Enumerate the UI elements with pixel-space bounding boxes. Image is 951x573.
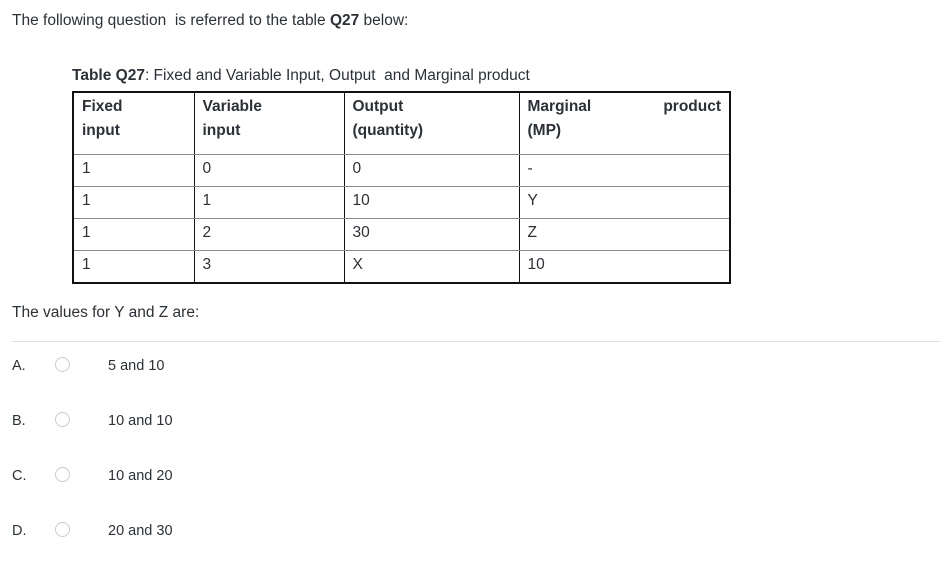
option-letter: B. bbox=[12, 413, 26, 429]
cell-fixed-input: 1 bbox=[72, 250, 195, 283]
section-divider bbox=[12, 341, 940, 342]
table-row: 1 0 0 - bbox=[72, 154, 731, 187]
cell-fixed-input: 1 bbox=[72, 186, 195, 219]
cell-marginal-product: - bbox=[518, 154, 731, 187]
intro-suffix: below: bbox=[359, 12, 409, 29]
intro-prefix: The following question is referred to th… bbox=[12, 12, 330, 29]
header-line-1: Variable bbox=[202, 98, 262, 115]
table-head: Fixed input Variable input Output (quant… bbox=[72, 92, 731, 155]
intro-text: The following question is referred to th… bbox=[12, 11, 408, 31]
option-label: 5 and 10 bbox=[108, 358, 165, 374]
cell-output: 30 bbox=[343, 218, 520, 251]
radio-button-d[interactable] bbox=[55, 522, 70, 537]
production-table: Fixed input Variable input Output (quant… bbox=[72, 91, 731, 284]
cell-fixed-input: 1 bbox=[72, 218, 195, 251]
header-line-2: input bbox=[82, 122, 120, 139]
cell-output: 10 bbox=[343, 186, 520, 219]
cell-marginal-product: Y bbox=[518, 186, 731, 219]
question-prompt: The values for Y and Z are: bbox=[12, 304, 200, 321]
header-line-1: Fixed bbox=[82, 98, 123, 115]
table-caption-label: Table Q27 bbox=[72, 67, 145, 84]
answer-option-b[interactable]: B. 10 and 10 bbox=[0, 408, 951, 463]
answer-options: A. 5 and 10 B. 10 and 10 C. 10 and 20 D.… bbox=[0, 353, 951, 573]
cell-variable-input: 1 bbox=[193, 186, 345, 219]
answer-option-a[interactable]: A. 5 and 10 bbox=[0, 353, 951, 408]
header-word-marginal: Marginal bbox=[527, 98, 592, 115]
option-label: 10 and 20 bbox=[108, 468, 173, 484]
option-letter: C. bbox=[12, 468, 27, 484]
table-row: 1 2 30 Z bbox=[72, 218, 731, 251]
cell-marginal-product: 10 bbox=[518, 250, 731, 283]
option-label: 20 and 30 bbox=[108, 523, 173, 539]
table-caption: Table Q27: Fixed and Variable Input, Out… bbox=[72, 66, 732, 86]
option-letter: A. bbox=[12, 358, 26, 374]
radio-button-c[interactable] bbox=[55, 467, 70, 482]
answer-option-c[interactable]: C. 10 and 20 bbox=[0, 463, 951, 518]
cell-output: X bbox=[343, 250, 520, 283]
table-header-row: Fixed input Variable input Output (quant… bbox=[72, 92, 731, 155]
table-row: 1 3 X 10 bbox=[72, 250, 731, 283]
table-body: 1 0 0 - 1 1 10 Y 1 2 30 Z 1 3 X 10 bbox=[72, 154, 731, 283]
cell-variable-input: 3 bbox=[193, 250, 345, 283]
cell-fixed-input: 1 bbox=[72, 154, 195, 187]
column-header-marginal-product: Marginal product (MP) bbox=[518, 92, 731, 155]
header-line-2: input bbox=[202, 122, 241, 139]
cell-marginal-product: Z bbox=[518, 218, 731, 251]
cell-variable-input: 0 bbox=[193, 154, 345, 187]
table-block: Table Q27: Fixed and Variable Input, Out… bbox=[72, 66, 732, 284]
intro-question-ref: Q27 bbox=[329, 12, 360, 29]
answer-option-d[interactable]: D. 20 and 30 bbox=[0, 518, 951, 573]
column-header-fixed-input: Fixed input bbox=[72, 92, 195, 155]
header-line-1: Marginal product bbox=[528, 95, 722, 119]
header-line-2: (quantity) bbox=[352, 122, 424, 139]
radio-button-b[interactable] bbox=[55, 412, 70, 427]
column-header-output: Output (quantity) bbox=[343, 92, 520, 155]
table-caption-description: : Fixed and Variable Input, Output and M… bbox=[144, 67, 530, 84]
header-line-1: Output bbox=[352, 98, 404, 115]
option-label: 10 and 10 bbox=[108, 413, 173, 429]
option-letter: D. bbox=[12, 523, 27, 539]
header-word-product: product bbox=[663, 98, 721, 115]
header-line-2: (MP) bbox=[527, 122, 562, 139]
column-header-variable-input: Variable input bbox=[193, 92, 345, 155]
cell-variable-input: 2 bbox=[193, 218, 345, 251]
radio-button-a[interactable] bbox=[55, 357, 70, 372]
cell-output: 0 bbox=[343, 154, 520, 187]
table-row: 1 1 10 Y bbox=[72, 186, 731, 219]
